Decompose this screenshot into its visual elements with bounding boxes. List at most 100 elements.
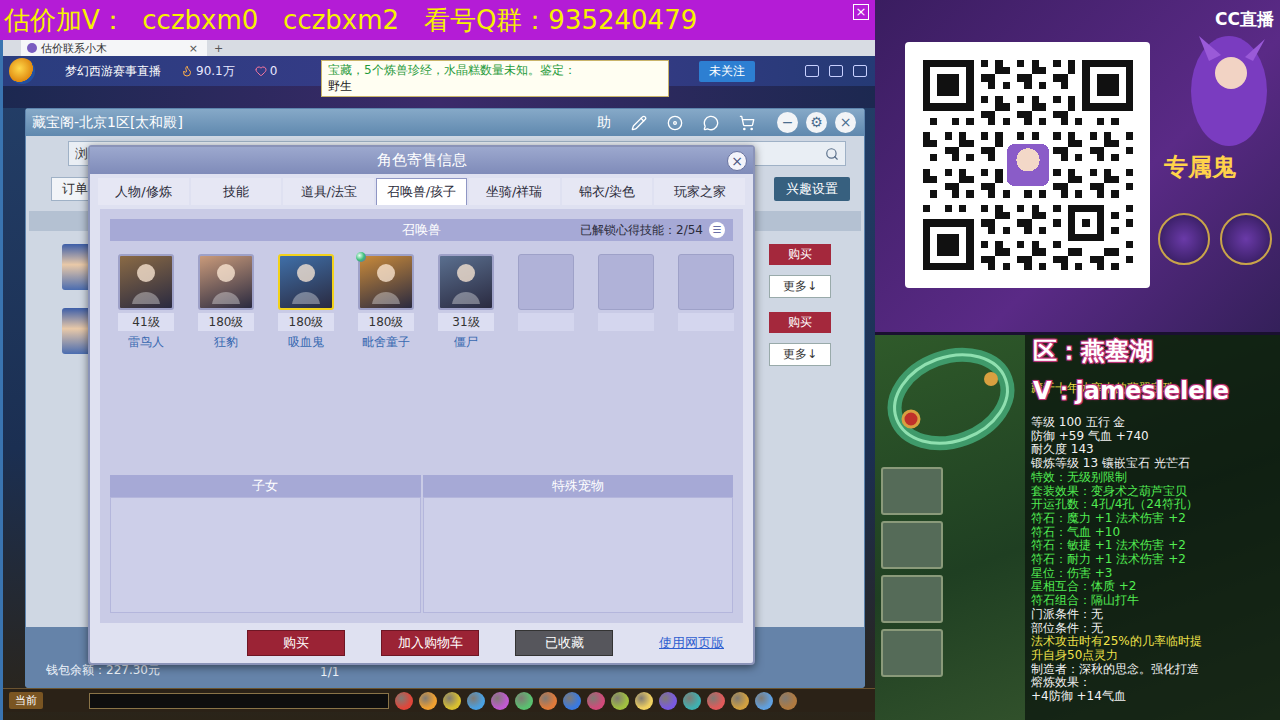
close-icon[interactable] xyxy=(853,65,867,77)
pets-title: 召唤兽 xyxy=(402,221,441,239)
pet-portrait[interactable] xyxy=(438,254,494,310)
pet-slot[interactable]: 180级吸血鬼 xyxy=(277,254,335,351)
tab-title: 估价联系小木 xyxy=(41,41,182,56)
pet-level: 180级 xyxy=(358,313,414,331)
pet-portrait[interactable] xyxy=(118,254,174,310)
taskbar-shortcut-icon[interactable] xyxy=(419,692,437,710)
chat-channel[interactable]: 当前 xyxy=(9,692,43,709)
taskbar-shortcut-icon[interactable] xyxy=(563,692,581,710)
dialog-tab[interactable]: 道具/法宝 xyxy=(283,178,374,205)
channel-name: 梦幻西游赛事直播 xyxy=(65,63,161,80)
cart-icon[interactable] xyxy=(739,115,755,131)
interest-button[interactable]: 兴趣设置 xyxy=(774,177,850,201)
taskbar-shortcut-icon[interactable] xyxy=(395,692,413,710)
item-stat-line: 特效：无级别限制 xyxy=(1031,471,1276,485)
taskbar-shortcut-icon[interactable] xyxy=(683,692,701,710)
window-control-button[interactable]: × xyxy=(835,112,856,133)
dialog-tab[interactable]: 召唤兽/孩子 xyxy=(376,178,467,205)
action-button[interactable]: 购买 xyxy=(247,630,345,656)
inventory-slot[interactable] xyxy=(881,629,943,677)
mascot-art xyxy=(1164,31,1274,151)
game-column: 估价加V： cczbxm0 cczbxm2 看号Q群：935240479×估价联… xyxy=(0,0,875,720)
taskbar-shortcut-icon[interactable] xyxy=(467,692,485,710)
pet-portrait[interactable] xyxy=(198,254,254,310)
follow-button[interactable]: 未关注 xyxy=(699,61,755,82)
dialog-tab[interactable]: 人物/修炼 xyxy=(98,178,189,205)
empty-portrait xyxy=(678,254,734,310)
taskbar-shortcut-icon[interactable] xyxy=(515,692,533,710)
taskbar-shortcut-icon[interactable] xyxy=(443,692,461,710)
new-tab-button[interactable]: + xyxy=(211,40,226,56)
notice-subtext: 野生 xyxy=(328,78,662,94)
window-control-button[interactable]: ⚙ xyxy=(806,112,827,133)
promo-banner: 估价加V： cczbxm0 cczbxm2 看号Q群：935240479× xyxy=(0,0,875,40)
item-stat-line: 开运孔数：4孔/4孔（24符孔） xyxy=(1031,498,1276,512)
taskbar-shortcut-icon[interactable] xyxy=(659,692,677,710)
inventory-slot[interactable] xyxy=(881,575,943,623)
custom-badge-icon[interactable] xyxy=(1220,213,1272,265)
dialog-tab[interactable]: 坐骑/祥瑞 xyxy=(469,178,560,205)
empty-pet-slot xyxy=(677,254,735,351)
menu-button[interactable]: ☰ xyxy=(709,222,725,238)
pet-slot[interactable]: 180级狂豹 xyxy=(197,254,255,351)
pet-slot[interactable]: 180级毗舍童子 xyxy=(357,254,415,351)
pet-slot[interactable]: 41级雷鸟人 xyxy=(117,254,175,351)
dialog-tab[interactable]: 玩家之家 xyxy=(654,178,745,205)
web-version-link[interactable]: 使用网页版 xyxy=(659,634,724,652)
qr-code-icon[interactable] xyxy=(923,60,1133,270)
taskbar-shortcut-icon[interactable] xyxy=(731,692,749,710)
dialog-tab[interactable]: 锦衣/染色 xyxy=(562,178,653,205)
pet-portrait[interactable] xyxy=(358,254,414,310)
tab-favicon-icon xyxy=(27,43,37,53)
dialog-close-button[interactable]: × xyxy=(727,151,747,171)
inventory-slot[interactable] xyxy=(881,521,943,569)
gold-badge-icon[interactable] xyxy=(1158,213,1210,265)
chat-input[interactable] xyxy=(89,693,389,709)
taskbar-shortcut-icon[interactable] xyxy=(587,692,605,710)
window-icon[interactable] xyxy=(829,65,843,77)
taskbar-shortcut-icon[interactable] xyxy=(755,692,773,710)
chat-icon[interactable] xyxy=(703,115,719,131)
help-button[interactable]: 助 xyxy=(597,114,611,132)
inventory-slot[interactable] xyxy=(881,467,943,515)
streamer-overlay: 区：燕塞湖V：jameslelele xyxy=(1033,335,1229,407)
empty-level xyxy=(518,313,574,331)
pets-header: 召唤兽 已解锁心得技能：2/54 ☰ xyxy=(110,219,733,241)
window-control-button[interactable]: − xyxy=(777,112,798,133)
item-stat-line: 符石：气血 +10 xyxy=(1031,526,1276,540)
dialog-actions: 购买 加入购物车 已收藏 使用网页版 xyxy=(90,623,753,663)
banner-close-button[interactable]: × xyxy=(853,4,869,20)
taskbar-shortcut-icon[interactable] xyxy=(635,692,653,710)
qr-card[interactable] xyxy=(905,42,1150,288)
sub-panels xyxy=(110,497,733,613)
buy-button[interactable]: 购买 xyxy=(769,244,831,265)
more-button[interactable]: 更多↓ xyxy=(769,275,831,298)
taskbar-shortcut-icon[interactable] xyxy=(707,692,725,710)
pet-figure-icon xyxy=(286,260,326,304)
action-button[interactable]: 加入购物车 xyxy=(381,630,479,656)
buy-button[interactable]: 购买 xyxy=(769,312,831,333)
taskbar-shortcut-icon[interactable] xyxy=(539,692,557,710)
unlocked-skills: 已解锁心得技能：2/54 xyxy=(580,222,703,239)
taskbar-shortcut-icon[interactable] xyxy=(611,692,629,710)
tab-close-button[interactable]: × xyxy=(186,42,201,55)
share-icon[interactable] xyxy=(805,65,819,77)
search-icon[interactable] xyxy=(825,147,839,161)
browser-tab[interactable]: 估价联系小木 × xyxy=(21,40,207,56)
item-tooltip: 藏于十年冰寒中的翡翠宝珠等级 100 五行 金防御 +59 气血 +740耐久度… xyxy=(1025,335,1280,720)
taskbar-shortcut-icon[interactable] xyxy=(779,692,797,710)
action-button[interactable]: 已收藏 xyxy=(515,630,613,656)
item-stat-line: 符石组合：隔山打牛 xyxy=(1031,594,1276,608)
banner-text: 估价加V： cczbxm0 cczbxm2 看号Q群：935240479 xyxy=(4,3,853,38)
flame-icon xyxy=(181,65,193,77)
game-client: 估价联系小木×+梦幻西游赛事直播90.1万0未关注宝藏，5个炼兽珍经，水晶糕数量… xyxy=(0,40,875,720)
item-stat-line: 法术攻击时有25%的几率临时提 xyxy=(1031,635,1276,649)
pencil-icon[interactable] xyxy=(631,115,647,131)
taskbar-shortcut-icon[interactable] xyxy=(491,692,509,710)
pet-slot[interactable]: 31级僵尸 xyxy=(437,254,495,351)
dialog-tab[interactable]: 技能 xyxy=(191,178,282,205)
more-button[interactable]: 更多↓ xyxy=(769,343,831,366)
pet-portrait[interactable] xyxy=(278,254,334,310)
record-icon[interactable] xyxy=(667,115,683,131)
notice-popup: 宝藏，5个炼兽珍经，水晶糕数量未知。鉴定：野生 xyxy=(321,60,669,97)
